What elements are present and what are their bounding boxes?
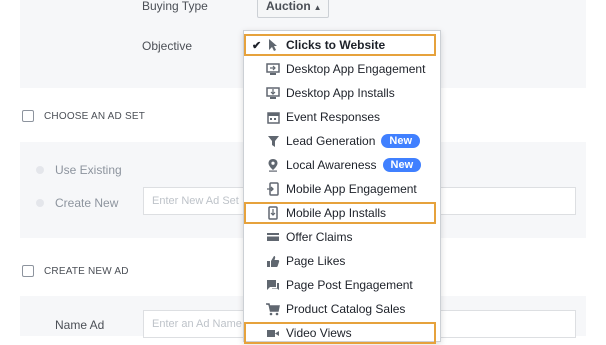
objective-option-desktop-app-engagement[interactable]: Desktop App Engagement <box>244 57 440 81</box>
thumbs-up-icon <box>266 254 280 268</box>
option-label: Page Post Engagement <box>286 278 413 292</box>
objective-label: Objective <box>142 39 193 53</box>
create-new-label: Create New <box>55 196 119 210</box>
option-label: Desktop App Engagement <box>286 62 426 76</box>
buying-type-label: Buying Type <box>142 0 208 13</box>
objective-option-offer-claims[interactable]: Offer Claims <box>244 225 440 249</box>
objective-option-product-catalog-sales[interactable]: Product Catalog Sales <box>244 297 440 321</box>
option-label: Lead Generation <box>286 134 376 148</box>
option-label: Offer Claims <box>286 230 353 244</box>
mobile-engagement-icon <box>266 182 280 196</box>
select-caret-icon: ▲︎ <box>313 3 322 12</box>
buying-type-value: Auction <box>266 0 311 13</box>
highlight-video-views <box>244 322 436 344</box>
location-pin-icon <box>266 158 280 172</box>
option-label: Mobile App Engagement <box>286 182 417 196</box>
desktop-engagement-icon <box>266 62 280 76</box>
objective-option-mobile-app-engagement[interactable]: Mobile App Engagement <box>244 177 440 201</box>
desktop-install-icon <box>266 86 280 100</box>
option-label: Event Responses <box>286 110 381 124</box>
objective-option-event-responses[interactable]: Event Responses <box>244 105 440 129</box>
create-new-ad-checkbox[interactable] <box>22 265 34 277</box>
option-label: Page Likes <box>286 254 346 268</box>
cart-icon <box>266 302 280 316</box>
highlight-clicks-to-website <box>244 34 436 56</box>
create-new-ad-section[interactable]: CREATE NEW AD <box>22 265 129 277</box>
create-new-radio[interactable] <box>36 199 44 207</box>
new-badge: New <box>382 158 422 172</box>
chat-bubble-icon <box>266 278 280 292</box>
buying-type-select[interactable]: Auction ▲︎ <box>257 0 329 18</box>
objective-option-page-likes[interactable]: Page Likes <box>244 249 440 273</box>
choose-ad-set-label: CHOOSE AN AD SET <box>44 110 146 122</box>
use-existing-label: Use Existing <box>55 163 122 177</box>
objective-option-local-awareness[interactable]: Local Awareness New <box>244 153 440 177</box>
option-label: Desktop App Installs <box>286 86 395 100</box>
objective-option-desktop-app-installs[interactable]: Desktop App Installs <box>244 81 440 105</box>
option-label: Local Awareness <box>286 158 377 172</box>
create-new-ad-label: CREATE NEW AD <box>44 265 129 277</box>
objective-option-page-post-engagement[interactable]: Page Post Engagement <box>244 273 440 297</box>
offer-icon <box>266 230 280 244</box>
name-ad-label: Name Ad <box>55 318 105 332</box>
choose-ad-set-section[interactable]: CHOOSE AN AD SET <box>22 110 145 122</box>
objective-option-lead-generation[interactable]: Lead Generation New <box>244 129 440 153</box>
choose-ad-set-checkbox[interactable] <box>22 110 34 122</box>
new-badge: New <box>381 134 421 148</box>
option-label: Product Catalog Sales <box>286 302 406 316</box>
calendar-icon <box>266 110 280 124</box>
highlight-mobile-app-installs <box>244 202 436 224</box>
funnel-icon <box>266 134 280 148</box>
objective-dropdown: ✔ Clicks to Website Desktop App Engageme… <box>243 30 441 344</box>
use-existing-radio[interactable] <box>36 166 44 174</box>
